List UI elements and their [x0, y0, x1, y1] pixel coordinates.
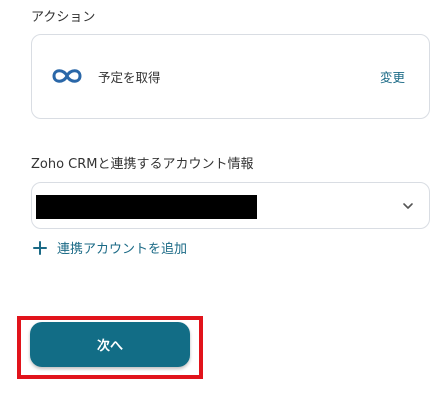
change-action-link[interactable]: 変更 [380, 67, 405, 86]
action-section-label: アクション [31, 10, 96, 25]
add-account-link[interactable]: 連携アカウントを追加 [33, 238, 187, 257]
add-account-label: 連携アカウントを追加 [57, 242, 188, 257]
redacted-account-value [36, 195, 257, 219]
zoho-crm-icon [52, 69, 82, 83]
account-section-label: Zoho CRMと連携するアカウント情報 [31, 157, 254, 172]
action-card: 予定を取得 変更 [31, 34, 430, 119]
action-name: 予定を取得 [98, 70, 161, 85]
chevron-down-icon [403, 203, 413, 209]
account-select[interactable] [31, 182, 430, 229]
plus-icon [33, 240, 47, 255]
next-button[interactable]: 次へ [30, 322, 190, 367]
